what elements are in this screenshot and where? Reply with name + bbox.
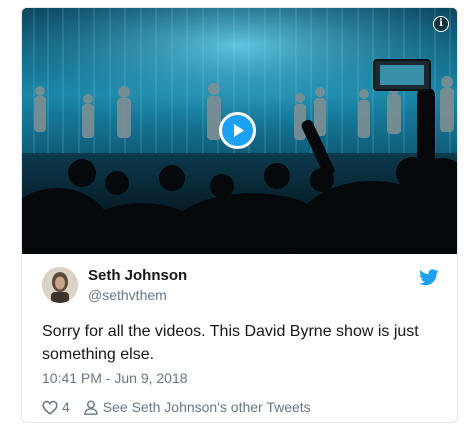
like-count: 4: [62, 399, 70, 415]
tweet-body: Seth Johnson @sethvthem Sorry for all th…: [22, 254, 457, 422]
twitter-bird-icon[interactable]: [419, 269, 439, 286]
author-name[interactable]: Seth Johnson: [88, 267, 187, 284]
play-icon: [234, 124, 244, 137]
avatar[interactable]: [42, 267, 78, 303]
author-handle[interactable]: @sethvthem: [88, 287, 167, 303]
play-button[interactable]: [219, 112, 256, 149]
tweet-actions: 4 See Seth Johnson's other Tweets: [42, 399, 311, 415]
person-icon: [84, 400, 98, 415]
avatar-image: [42, 267, 78, 303]
video-player[interactable]: i: [22, 8, 457, 254]
tweet-embed-card: i Seth Johnson @sethvthem Sorry for all …: [21, 7, 458, 423]
tweet-timestamp[interactable]: 10:41 PM - Jun 9, 2018: [42, 370, 188, 386]
heart-icon[interactable]: [42, 400, 58, 415]
tweet-text: Sorry for all the videos. This David Byr…: [42, 323, 419, 363]
info-icon[interactable]: i: [433, 16, 449, 32]
see-other-tweets-link[interactable]: See Seth Johnson's other Tweets: [103, 399, 311, 415]
